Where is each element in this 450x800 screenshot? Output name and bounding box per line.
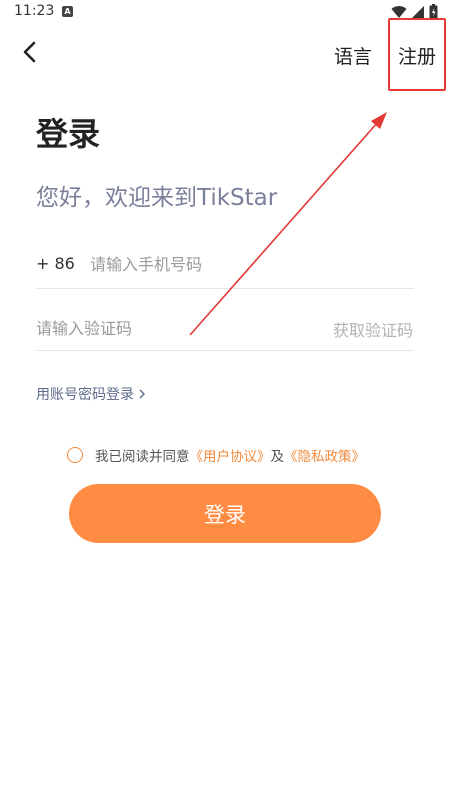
wifi-icon xyxy=(391,6,407,19)
code-divider xyxy=(36,350,414,351)
signal-icon xyxy=(412,6,424,18)
language-button[interactable]: 语言 xyxy=(334,42,372,69)
chevron-right-icon xyxy=(139,389,145,399)
agreement-row: 我已阅读并同意 《用户协议》 及 《隐私政策》 xyxy=(67,445,365,465)
agreement-conjunction: 及 xyxy=(270,449,285,465)
phone-input[interactable] xyxy=(90,250,410,278)
back-button[interactable] xyxy=(18,38,44,66)
page-title: 登录 xyxy=(36,115,101,153)
status-time: 11:23 xyxy=(14,3,55,19)
chevron-left-icon xyxy=(23,41,36,63)
phone-divider xyxy=(36,288,414,289)
privacy-policy-link[interactable]: 《隐私政策》 xyxy=(284,445,365,465)
country-code-selector[interactable]: + 86 xyxy=(36,254,75,273)
welcome-text: 您好，欢迎来到TikStar xyxy=(36,185,278,211)
password-login-link[interactable]: 用账号密码登录 xyxy=(36,384,146,404)
get-code-button[interactable]: 获取验证码 xyxy=(333,317,413,341)
status-bar: 11:23 A xyxy=(0,0,450,24)
login-screen: 11:23 A 语言 注册 登录 您好，欢迎来到TikStar + 86 请输入… xyxy=(0,0,450,800)
verification-code-input[interactable] xyxy=(36,314,296,342)
notification-app-icon: A xyxy=(62,6,73,17)
agreement-prefix: 我已阅读并同意 xyxy=(95,449,190,465)
password-login-label: 用账号密码登录 xyxy=(36,387,134,403)
login-button[interactable]: 登录 xyxy=(69,484,381,543)
register-highlight-box xyxy=(388,18,446,91)
agreement-checkbox[interactable] xyxy=(67,447,83,463)
user-agreement-link[interactable]: 《用户协议》 xyxy=(190,445,271,465)
